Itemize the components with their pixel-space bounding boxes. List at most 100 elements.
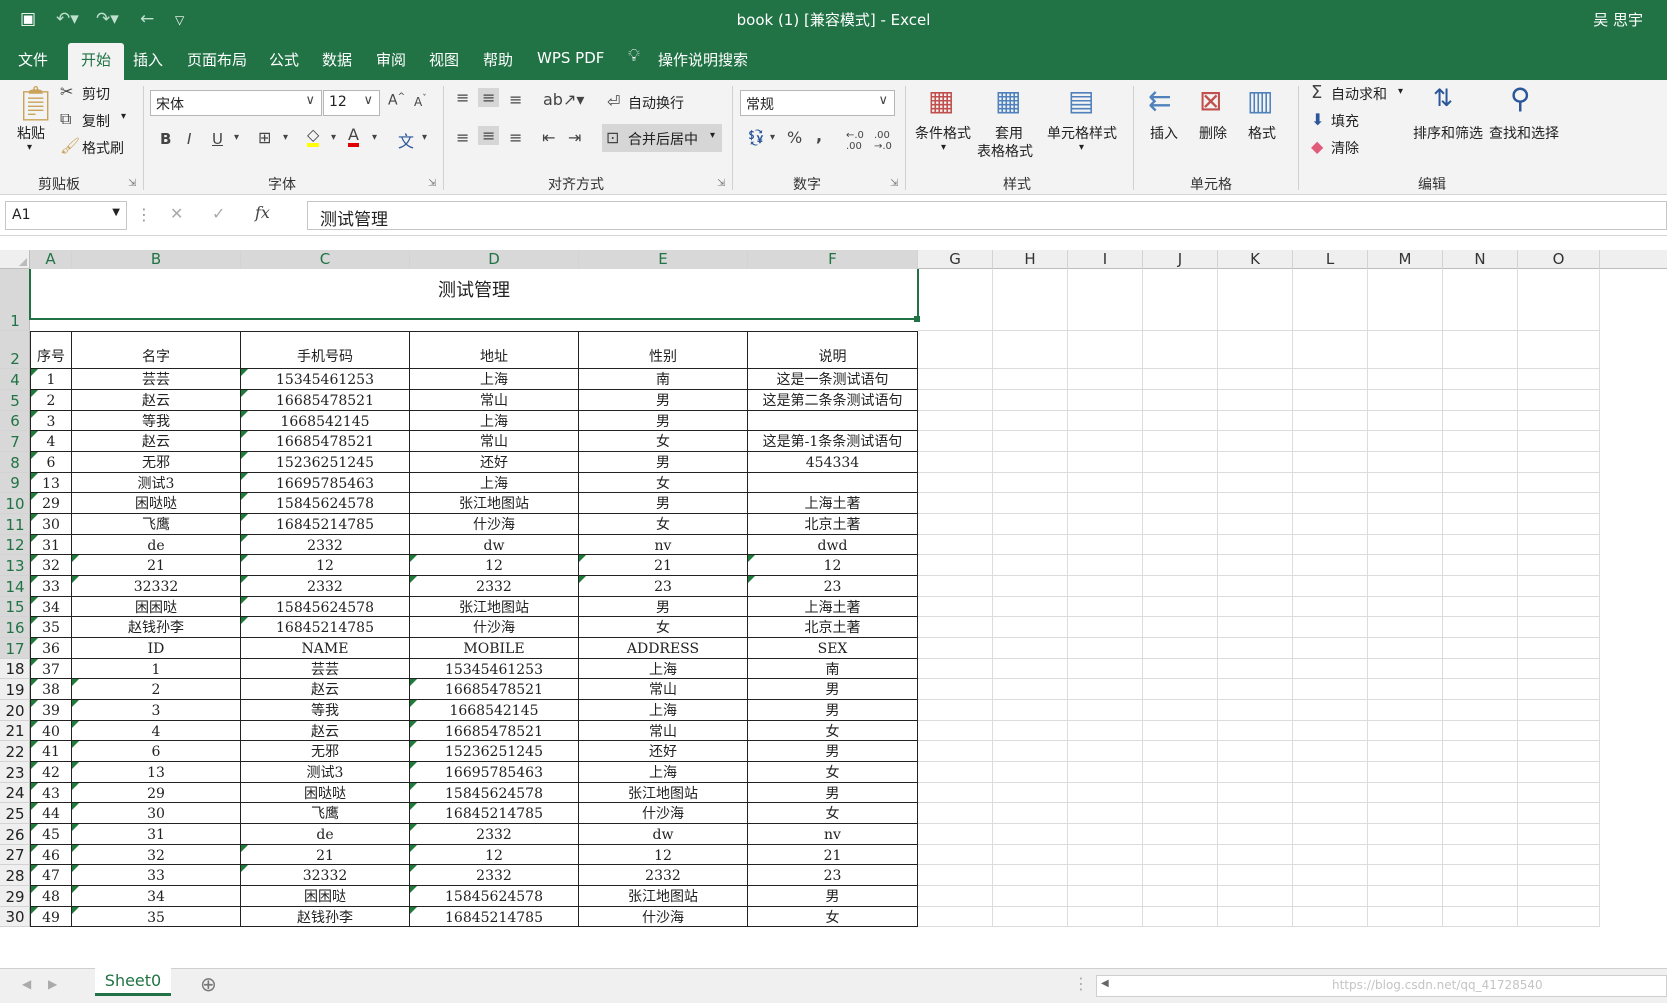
- grid-cell[interactable]: [1143, 907, 1218, 927]
- chevron-down-icon[interactable]: ▾: [121, 111, 126, 122]
- grid-cell[interactable]: [1143, 824, 1218, 845]
- grid-cell[interactable]: [1068, 369, 1143, 390]
- table-cell[interactable]: 常山: [410, 431, 579, 452]
- row-header[interactable]: 14: [0, 576, 30, 597]
- grid-cell[interactable]: [1293, 535, 1368, 555]
- grid-cell[interactable]: [1443, 431, 1518, 452]
- grid-cell[interactable]: [1443, 390, 1518, 411]
- copy-button[interactable]: 复制: [82, 111, 110, 131]
- row-header[interactable]: 4: [0, 369, 30, 390]
- grid-cell[interactable]: [918, 331, 993, 369]
- table-cell[interactable]: 38: [30, 679, 72, 700]
- row-header[interactable]: 22: [0, 741, 30, 762]
- grid-cell[interactable]: [1293, 638, 1368, 659]
- decrease-font-icon[interactable]: Aˇ: [414, 94, 427, 109]
- grid-cell[interactable]: [1068, 617, 1143, 638]
- tab-formulas[interactable]: 公式: [269, 49, 299, 70]
- grid-cell[interactable]: [993, 783, 1068, 803]
- paste-button[interactable]: 粘贴: [17, 123, 45, 143]
- table-cell[interactable]: 40: [30, 721, 72, 741]
- grid-cell[interactable]: [1518, 535, 1600, 555]
- table-cell[interactable]: 什沙海: [410, 617, 579, 638]
- table-cell[interactable]: SEX: [748, 638, 918, 659]
- table-cell[interactable]: 15345461253: [410, 659, 579, 679]
- grid-cell[interactable]: [1518, 473, 1600, 493]
- grid-cell[interactable]: [993, 721, 1068, 741]
- table-cell[interactable]: 13: [72, 762, 241, 783]
- grid-cell[interactable]: [1368, 555, 1443, 576]
- grid-cell[interactable]: [918, 845, 993, 865]
- grid-cell[interactable]: [1218, 331, 1293, 369]
- table-cell[interactable]: 2: [30, 390, 72, 411]
- row-header[interactable]: 18: [0, 659, 30, 679]
- grid-cell[interactable]: [1218, 803, 1293, 824]
- grid-cell[interactable]: [1443, 886, 1518, 907]
- chevron-down-icon[interactable]: ∨: [878, 93, 888, 108]
- table-cell[interactable]: 芸芸: [241, 659, 410, 679]
- border-icon[interactable]: ⊞: [258, 128, 271, 147]
- chevron-down-icon[interactable]: ▾: [283, 132, 288, 143]
- grid-cell[interactable]: [1218, 638, 1293, 659]
- table-cell[interactable]: 还好: [410, 452, 579, 473]
- table-cell[interactable]: de: [241, 824, 410, 845]
- row-header[interactable]: 7: [0, 431, 30, 452]
- row-header[interactable]: 15: [0, 597, 30, 617]
- table-cell[interactable]: 23: [579, 576, 748, 597]
- grid-cell[interactable]: [918, 411, 993, 431]
- table-cell[interactable]: 困哒哒: [241, 783, 410, 803]
- grid-cell[interactable]: [1218, 473, 1293, 493]
- table-cell[interactable]: 454334: [748, 452, 918, 473]
- grid-cell[interactable]: [1218, 431, 1293, 452]
- grid-cell[interactable]: [918, 721, 993, 741]
- cell-styles-button[interactable]: 单元格样式: [1047, 123, 1117, 143]
- grid-cell[interactable]: [1143, 783, 1218, 803]
- grid-cell[interactable]: [993, 659, 1068, 679]
- table-cell[interactable]: 女: [748, 762, 918, 783]
- grid-cell[interactable]: [1143, 617, 1218, 638]
- column-header-n[interactable]: N: [1443, 250, 1518, 269]
- table-cell[interactable]: 23: [748, 865, 918, 886]
- grid-cell[interactable]: [1218, 865, 1293, 886]
- table-cell[interactable]: 南: [748, 659, 918, 679]
- grid-cell[interactable]: [1143, 411, 1218, 431]
- wrap-text-button[interactable]: 自动换行: [628, 93, 684, 113]
- table-cell[interactable]: 上海: [410, 369, 579, 390]
- table-cell[interactable]: 常山: [579, 679, 748, 700]
- grid-cell[interactable]: [918, 824, 993, 845]
- grid-cell[interactable]: [993, 452, 1068, 473]
- align-center-icon[interactable]: ≡: [478, 126, 500, 145]
- grid-cell[interactable]: [1518, 762, 1600, 783]
- table-cell[interactable]: 29: [72, 783, 241, 803]
- tab-file[interactable]: 文件: [18, 49, 48, 70]
- table-cell[interactable]: 12: [410, 845, 579, 865]
- grid-cell[interactable]: [1293, 493, 1368, 514]
- table-cell[interactable]: 30: [30, 514, 72, 535]
- grid-cell[interactable]: [1068, 886, 1143, 907]
- grid-cell[interactable]: [1368, 741, 1443, 762]
- grid-cell[interactable]: [1143, 473, 1218, 493]
- grid-cell[interactable]: [1293, 331, 1368, 369]
- row-header[interactable]: 8: [0, 452, 30, 473]
- chevron-down-icon[interactable]: ▾: [941, 142, 946, 153]
- table-cell[interactable]: dw: [579, 824, 748, 845]
- table-cell[interactable]: 12: [410, 555, 579, 576]
- grid-cell[interactable]: [1218, 700, 1293, 721]
- row-header[interactable]: 16: [0, 617, 30, 638]
- column-header-e[interactable]: E: [579, 250, 748, 269]
- grid-cell[interactable]: [1443, 845, 1518, 865]
- grid-cell[interactable]: [993, 803, 1068, 824]
- grid-cell[interactable]: [918, 741, 993, 762]
- table-cell[interactable]: 赵云: [72, 390, 241, 411]
- grid-cell[interactable]: [1443, 762, 1518, 783]
- grid-cell[interactable]: [1443, 452, 1518, 473]
- grid-cell[interactable]: [918, 390, 993, 411]
- grid-cell[interactable]: [993, 638, 1068, 659]
- grid-cell[interactable]: [1518, 576, 1600, 597]
- tab-data[interactable]: 数据: [322, 49, 352, 70]
- grid-cell[interactable]: [1518, 269, 1600, 331]
- grid-cell[interactable]: [1518, 431, 1600, 452]
- grid-cell[interactable]: [1293, 473, 1368, 493]
- table-cell[interactable]: 15845624578: [241, 597, 410, 617]
- table-cell[interactable]: 女: [748, 907, 918, 927]
- fill-color-icon[interactable]: ◇: [307, 127, 320, 147]
